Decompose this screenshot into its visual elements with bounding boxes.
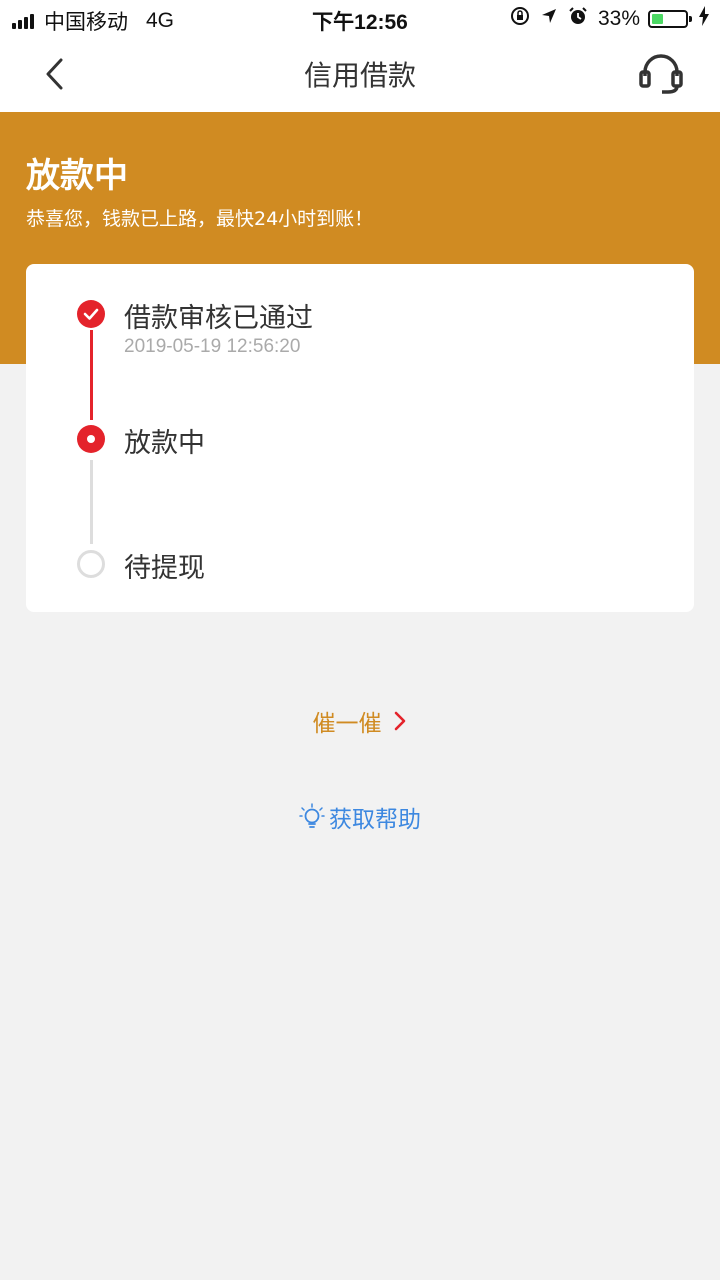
step-label-approved: 借款审核已通过 [124, 303, 313, 334]
location-icon [540, 7, 558, 31]
status-bar: 中国移动 4G 下午12:56 33% [0, 0, 720, 36]
progress-line-pending [90, 460, 93, 544]
alarm-icon [568, 6, 588, 32]
step-label-disbursing: 放款中 [124, 428, 205, 459]
headset-icon [639, 54, 683, 94]
get-help-label: 获取帮助 [329, 807, 421, 833]
progress-line-completed [90, 330, 93, 420]
step-pending-circle-icon [77, 550, 105, 578]
step-label-withdraw: 待提现 [124, 553, 205, 584]
battery-icon [648, 10, 692, 28]
battery-percent: 33% [597, 7, 640, 30]
step-done-check-icon [77, 300, 105, 328]
lightbulb-icon [299, 803, 325, 828]
page-title: 信用借款 [303, 59, 416, 92]
nav-bar: 信用借款 [0, 36, 720, 112]
orientation-lock-icon [510, 6, 530, 32]
status-subtitle: 恭喜您，钱款已上路，最快24小时到账！ [26, 208, 374, 230]
status-right: 33% [500, 6, 710, 32]
status-title: 放款中 [26, 156, 128, 196]
step-time-approved: 2019-05-19 12:56:20 [124, 336, 301, 357]
charging-icon [698, 6, 710, 32]
progress-card: 借款审核已通过 2019-05-19 12:56:20 放款中 待提现 [26, 264, 694, 612]
get-help-link[interactable]: 获取帮助 [0, 800, 720, 834]
chevron-right-icon [394, 711, 405, 731]
step-active-dot-icon [77, 425, 105, 453]
customer-service-button[interactable] [638, 52, 684, 96]
urge-label: 催一催 [312, 711, 382, 737]
urge-button[interactable]: 催一催 [0, 704, 720, 738]
